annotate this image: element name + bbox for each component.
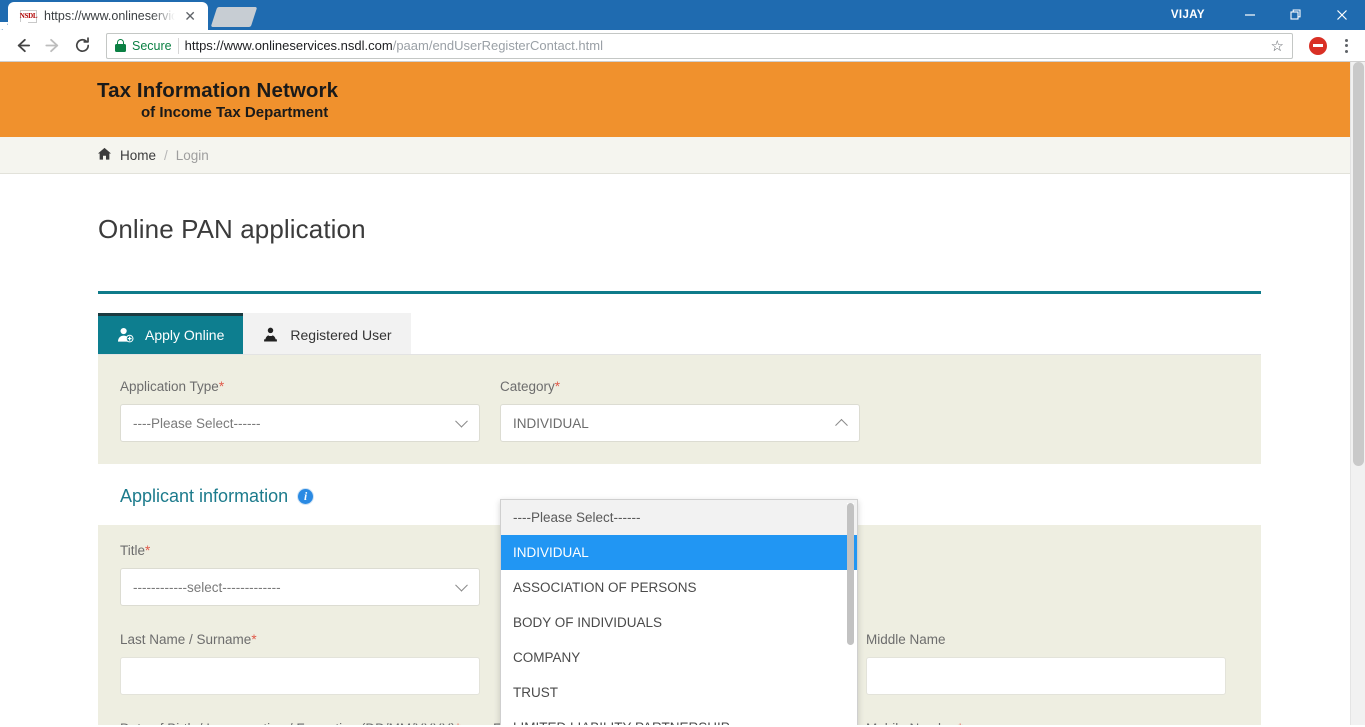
minimize-button[interactable]	[1227, 0, 1273, 30]
field-category: Category* INDIVIDUAL	[500, 379, 880, 442]
breadcrumb: Home / Login	[0, 137, 1350, 174]
application-type-label: Application Type*	[120, 379, 500, 394]
kebab-menu-icon[interactable]	[1335, 38, 1357, 53]
star-icon[interactable]: ☆	[1271, 37, 1284, 55]
dropdown-option[interactable]: BODY OF INDIVIDUALS	[501, 605, 857, 640]
page-title: Online PAN application	[98, 214, 366, 244]
back-arrow-icon[interactable]	[8, 32, 36, 60]
address-bar-url: https://www.onlineservices.nsdl.com/paam…	[185, 38, 603, 53]
dob-label-text: Date of Birth / Incorporation / Formatio…	[120, 721, 455, 725]
chevron-down-icon	[455, 414, 468, 428]
required-marker: *	[218, 379, 225, 394]
field-middle-name: Middle Name	[866, 632, 1239, 695]
address-bar[interactable]: Secure https://www.onlineservices.nsdl.c…	[106, 32, 1293, 59]
close-icon[interactable]: ✕	[182, 9, 198, 23]
user-add-icon	[117, 327, 134, 343]
lock-icon	[115, 39, 126, 52]
maximize-restore-button[interactable]	[1273, 0, 1319, 30]
site-title-line1: Tax Information Network	[97, 78, 339, 102]
browser-toolbar: Secure https://www.onlineservices.nsdl.c…	[0, 30, 1365, 62]
tab-apply-online-label: Apply Online	[145, 327, 225, 343]
applicant-information-title: Applicant information	[120, 486, 289, 506]
chevron-up-icon	[835, 418, 848, 432]
form-row-type-category: Application Type* ----Please Select-----…	[120, 379, 1239, 442]
category-value: INDIVIDUAL	[513, 415, 589, 431]
browser-tab-title: https://www.onlineservice	[44, 9, 176, 23]
form-tab-bar: Apply Online Registered User	[98, 313, 1261, 355]
title-select[interactable]: ------------select-------------	[120, 568, 480, 606]
application-type-value: ----Please Select------	[133, 415, 261, 431]
dropdown-option-selected[interactable]: INDIVIDUAL	[501, 535, 857, 570]
field-title: Title* ------------select-------------	[120, 543, 493, 606]
mobile-label-text: Mobile Number	[866, 721, 958, 725]
browser-title-bar: NSDL https://www.onlineservice ✕ VIJAY	[0, 0, 1365, 30]
title-divider	[98, 291, 1261, 294]
field-last-name: Last Name / Surname*	[120, 632, 493, 695]
field-dob: Date of Birth / Incorporation / Formatio…	[120, 721, 493, 725]
breadcrumb-current: Login	[175, 147, 209, 163]
url-host: https://www.onlineservices.nsdl.com	[184, 38, 393, 53]
browser-tab[interactable]: NSDL https://www.onlineservice ✕	[0, 2, 208, 30]
tab-strip: NSDL https://www.onlineservice ✕	[0, 0, 258, 30]
dropdown-option[interactable]: ASSOCIATION OF PERSONS	[501, 570, 857, 605]
url-path: /paam/endUserRegisterContact.html	[392, 38, 603, 53]
breadcrumb-separator: /	[164, 147, 168, 163]
chevron-down-icon	[455, 578, 468, 592]
required-marker: *	[958, 721, 963, 725]
title-label-text: Title	[120, 543, 146, 558]
required-marker: *	[145, 543, 151, 558]
nsdl-favicon: NSDL	[20, 9, 38, 23]
category-label-text: Category	[500, 379, 555, 394]
new-tab-button[interactable]	[210, 7, 258, 27]
last-name-label: Last Name / Surname*	[120, 632, 493, 647]
dob-label: Date of Birth / Incorporation / Formatio…	[120, 721, 493, 725]
dropdown-option[interactable]: ----Please Select------	[501, 500, 857, 535]
info-icon[interactable]: i	[297, 488, 315, 505]
dropdown-option[interactable]: COMPANY	[501, 640, 857, 675]
tab-registered-user[interactable]: Registered User	[243, 313, 411, 354]
omnibox-divider	[177, 37, 179, 54]
required-marker: *	[455, 721, 460, 725]
home-icon[interactable]	[97, 147, 112, 164]
close-window-button[interactable]	[1319, 0, 1365, 30]
field-mobile: Mobile Number*	[866, 721, 1239, 725]
site-banner: Tax Information Network of Income Tax De…	[0, 62, 1350, 137]
block-extension-icon[interactable]	[1309, 36, 1327, 55]
application-type-label-text: Application Type	[120, 379, 219, 394]
forward-arrow-icon	[38, 32, 66, 60]
field-spacer-right	[866, 543, 1239, 606]
required-marker: *	[251, 632, 257, 647]
field-application-type: Application Type* ----Please Select-----…	[120, 379, 500, 442]
window-controls: VIJAY	[1171, 0, 1365, 30]
category-label: Category*	[500, 379, 880, 394]
profile-name-label[interactable]: VIJAY	[1171, 9, 1205, 21]
user-registered-icon	[262, 327, 279, 343]
dropdown-option[interactable]: TRUST	[501, 675, 857, 710]
security-status-label: Secure	[132, 38, 172, 53]
application-type-select[interactable]: ----Please Select------	[120, 404, 480, 442]
middle-name-label: Middle Name	[866, 632, 1239, 647]
site-title-line2: of Income Tax Department	[141, 103, 329, 121]
middle-name-input[interactable]	[866, 657, 1226, 695]
application-type-panel: Application Type* ----Please Select-----…	[98, 355, 1261, 464]
category-dropdown-list[interactable]: ----Please Select------ INDIVIDUAL ASSOC…	[500, 499, 858, 725]
breadcrumb-home[interactable]: Home	[120, 148, 156, 163]
title-value: ------------select-------------	[133, 579, 281, 595]
last-name-label-text: Last Name / Surname	[120, 632, 252, 647]
last-name-input[interactable]	[120, 657, 480, 695]
category-select[interactable]: INDIVIDUAL	[500, 404, 860, 442]
reload-icon[interactable]	[68, 32, 96, 60]
dropdown-scrollbar-thumb[interactable]	[847, 503, 854, 645]
page-scrollbar-thumb[interactable]	[1353, 62, 1364, 466]
title-label: Title*	[120, 543, 493, 558]
required-marker: *	[554, 379, 561, 394]
page-viewport: Tax Information Network of Income Tax De…	[0, 62, 1365, 725]
tab-apply-online[interactable]: Apply Online	[98, 313, 244, 354]
mobile-label: Mobile Number*	[866, 721, 1239, 725]
dropdown-option[interactable]: LIMITED LIABILITY PARTNERSHIP	[501, 710, 857, 725]
tab-registered-user-label: Registered User	[290, 327, 392, 343]
page-scrollbar-track[interactable]	[1350, 62, 1365, 725]
middle-name-label-text: Middle Name	[866, 632, 946, 647]
